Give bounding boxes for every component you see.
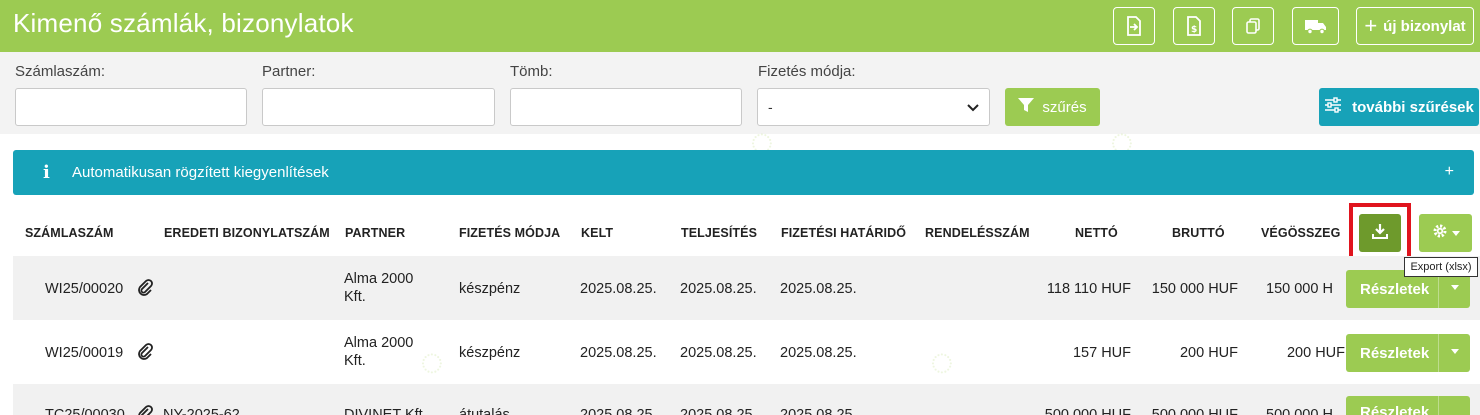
due-date-cell: 2025.08.25. [780,407,857,415]
filter-icon [1018,97,1035,117]
gross-amount-cell: 200 HUF [1179,345,1238,361]
original-document-cell: NY-2025-62 [163,407,240,415]
column-header-due-date[interactable]: FIZETÉSI HATÁRIDŐ [781,226,906,240]
due-date-cell: 2025.08.25. [780,281,857,297]
auto-settlements-label: Automatikusan rögzített kiegyenlítések [72,164,329,181]
new-document-label: új bizonylat [1383,17,1466,35]
chevron-down-icon [967,99,979,115]
column-header-original-document[interactable]: EREDETI BIZONYLATSZÁM [164,226,330,240]
block-label: Tömb: [510,63,553,80]
page-title: Kimenő számlák, bizonylatok [13,8,354,38]
column-header-invoice-number[interactable]: SZÁMLASZÁM [25,226,114,240]
plus-icon: + [1364,13,1378,38]
partner-cell: Alma 2000 Kft. [344,270,413,306]
highlight-box [1349,203,1411,263]
total-amount-cell: 150 000 HUF [1266,281,1334,297]
gear-icon [1432,223,1448,243]
truck-icon [1304,17,1328,35]
partner-name-line1: Alma 2000 [344,335,414,351]
payment-method-cell: átutalás [459,407,510,415]
invoice-icon: $ [1186,16,1202,36]
details-button-label[interactable]: Részletek [1360,345,1429,362]
caret-down-icon [1451,230,1460,236]
caret-down-icon[interactable] [1451,349,1459,354]
partner-name-line2: Kft. [344,353,366,369]
issued-date-cell: 2025.08.25. [580,281,657,297]
paperclip-icon[interactable] [137,342,153,365]
fulfillment-date-cell: 2025.08.25. [680,281,757,297]
net-amount-cell: 118 110 HUF [1046,281,1131,297]
more-filters-label: további szűrések [1352,98,1474,116]
details-button-label[interactable]: Részletek [1360,404,1429,415]
filter-button-label: szűrés [1042,98,1087,116]
payment-method-value: - [768,99,773,115]
payment-method-cell: készpénz [459,345,521,361]
gross-amount-cell: 150 000 HUF [1151,281,1238,297]
partner-input[interactable] [262,88,495,126]
filter-panel: Számlaszám: Partner: Tömb: Fizetés módja… [0,52,1480,134]
auto-settlements-bar[interactable]: i Automatikusan rögzített kiegyenlítések… [13,150,1474,195]
payment-method-cell: készpénz [459,281,521,297]
partner-name-line2: Kft. [344,289,366,305]
column-header-order-number[interactable]: RENDELÉSSZÁM [925,226,1030,240]
column-header-total[interactable]: VÉGÖSSZEG [1261,226,1340,240]
import-button[interactable] [1113,7,1155,45]
column-header-partner[interactable]: PARTNER [345,226,405,240]
invoice-number-label: Számlaszám: [15,63,106,80]
net-amount-cell: 157 HUF [1072,345,1131,361]
table-settings-button[interactable] [1419,214,1472,252]
column-header-fulfillment[interactable]: TELJESÍTÉS [681,226,757,240]
copy-icon [1244,17,1262,35]
details-split-button[interactable]: Részletek [1346,334,1470,372]
table-row[interactable]: WI25/00019 Alma 2000 Kft. készpénz 2025.… [13,320,1480,384]
column-header-issued[interactable]: KELT [581,226,613,240]
export-tooltip: Export (xlsx) [1404,257,1478,277]
total-amount-cell: 200 HUF [1286,345,1345,361]
table-row[interactable]: TC25/00030 NY-2025-62 DIVINET Kft. átuta… [13,384,1480,415]
paperclip-icon[interactable] [137,278,153,301]
issued-date-cell: 2025.08.25. [580,345,657,361]
total-amount-cell: 500 000 HUF [1266,407,1334,415]
caret-down-icon[interactable] [1451,285,1459,290]
more-filters-button[interactable]: további szűrések [1319,88,1479,126]
gross-amount-cell: 500 000 HUF [1151,407,1238,415]
column-header-net[interactable]: NETTÓ [1075,226,1118,240]
column-header-payment-method[interactable]: FIZETÉS MÓDJA [459,226,560,240]
column-header-gross[interactable]: BRUTTÓ [1172,226,1225,240]
expand-toggle[interactable]: + [1445,163,1454,181]
net-amount-cell: 500 000 HUF [1044,407,1131,415]
invoice-number-input[interactable] [15,88,247,126]
filter-button[interactable]: szűrés [1005,88,1100,126]
sliders-icon [1324,97,1342,117]
invoice-number-cell[interactable]: WI25/00020 [45,280,123,298]
fulfillment-date-cell: 2025.08.25. [680,407,757,415]
delivery-note-button[interactable] [1292,7,1339,45]
partner-cell: Alma 2000 Kft. [344,334,413,370]
block-input[interactable] [510,88,742,126]
import-icon [1126,16,1142,36]
new-document-button[interactable]: + új bizonylat [1356,7,1474,45]
header-bar: Kimenő számlák, bizonylatok $ + új bizon… [0,0,1480,52]
due-date-cell: 2025.08.25. [780,345,857,361]
copy-button[interactable] [1232,7,1274,45]
payment-method-select[interactable]: - [757,88,990,126]
fulfillment-date-cell: 2025.08.25. [680,345,757,361]
details-split-button[interactable]: Részletek [1346,396,1470,415]
details-divider [1438,396,1439,415]
invoice-button[interactable]: $ [1173,7,1215,45]
info-icon: i [43,162,50,183]
partner-label: Partner: [262,63,316,80]
details-button-label[interactable]: Részletek [1360,281,1429,298]
issued-date-cell: 2025.08.25. [580,407,657,415]
partner-cell: DIVINET Kft. [344,407,427,415]
svg-text:$: $ [1191,25,1197,35]
details-divider [1438,334,1439,372]
paperclip-icon[interactable] [137,404,153,415]
payment-method-label: Fizetés módja: [758,63,856,80]
table-row[interactable]: WI25/00020 Alma 2000 Kft. készpénz 2025.… [13,256,1480,320]
partner-name-line1: Alma 2000 [344,271,414,287]
invoice-number-cell[interactable]: WI25/00019 [45,344,123,362]
invoice-number-cell[interactable]: TC25/00030 [45,406,125,415]
